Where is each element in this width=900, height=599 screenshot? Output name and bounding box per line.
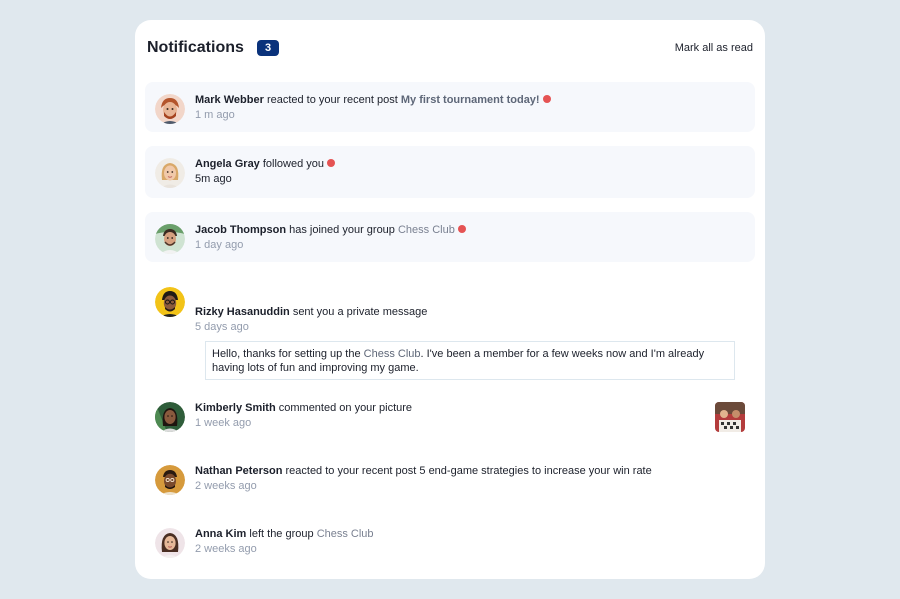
notification-action: sent you a private message — [292, 306, 428, 318]
notification-action: reacted to your recent post — [266, 94, 398, 106]
mark-all-read-button[interactable]: Mark all as read — [675, 40, 753, 56]
notification-item[interactable]: Kimberly Smith commented on your picture… — [145, 390, 755, 442]
notification-item[interactable]: Jacob Thompson has joined your group Che… — [145, 212, 755, 262]
avatar-anna-kim[interactable] — [155, 528, 185, 558]
notification-user-name[interactable]: Rizky Hasanuddin — [195, 306, 290, 318]
notification-user-name[interactable]: Nathan Peterson — [195, 465, 282, 477]
avatar-nathan-peterson[interactable] — [155, 465, 185, 495]
notification-user-name[interactable]: Kimberly Smith — [195, 402, 276, 414]
notification-content: Mark Webber reacted to your recent post … — [195, 93, 695, 122]
notification-content: Rizky Hasanuddin sent you a private mess… — [195, 305, 695, 334]
notification-action: has joined your group — [289, 224, 395, 236]
private-message-preview[interactable]: Hello, thanks for setting up the Chess C… — [205, 341, 735, 380]
notification-action: left the group — [249, 528, 314, 540]
notification-user-name[interactable]: Anna Kim — [195, 528, 246, 540]
notification-item[interactable]: Mark Webber reacted to your recent post … — [145, 82, 755, 132]
notification-action: followed you — [262, 158, 325, 170]
notification-time: 2 weeks ago — [195, 543, 257, 555]
notification-time: 1 week ago — [195, 417, 252, 429]
avatar-kimberly-smith[interactable] — [155, 402, 185, 432]
message-group-link[interactable]: Chess Club — [364, 348, 421, 360]
notification-item[interactable]: Rizky Hasanuddin sent you a private mess… — [145, 275, 755, 380]
avatar-jacob-thompson[interactable] — [155, 224, 185, 254]
notification-item[interactable]: Angela Gray followed you 5m ago — [145, 146, 755, 198]
notification-item[interactable]: Nathan Peterson reacted to your recent p… — [145, 453, 755, 505]
avatar-rizky-hasanuddin[interactable] — [155, 287, 185, 317]
notification-item[interactable]: Anna Kim left the group Chess Club 2 wee… — [145, 516, 755, 568]
notification-group-link[interactable]: Chess Club — [317, 528, 374, 540]
notifications-header: Notifications 3 Mark all as read — [147, 38, 753, 58]
unread-count-badge: 3 — [257, 40, 279, 56]
chess-picture-thumbnail[interactable] — [715, 402, 745, 432]
notification-group-link[interactable]: Chess Club — [398, 224, 455, 236]
unread-dot-icon — [542, 95, 551, 103]
notification-content: Kimberly Smith commented on your picture… — [195, 401, 695, 430]
page-title: Notifications — [147, 39, 244, 56]
notification-action: reacted to your recent post 5 end-game s… — [285, 465, 652, 477]
notification-post-link[interactable]: My first tournament today! — [401, 94, 540, 106]
avatar-angela-gray[interactable] — [155, 158, 185, 188]
notification-time: 5 days ago — [195, 321, 249, 333]
notification-time: 1 day ago — [195, 239, 244, 251]
unread-dot-icon — [327, 159, 336, 167]
notification-content: Jacob Thompson has joined your group Che… — [195, 223, 695, 252]
avatar-mark-webber[interactable] — [155, 94, 185, 124]
notification-action: commented on your picture — [278, 402, 413, 414]
unread-dot-icon — [457, 225, 466, 233]
notification-time: 5m ago — [195, 173, 232, 185]
message-text: Hello, thanks for setting up the — [212, 348, 364, 360]
notification-user-name[interactable]: Mark Webber — [195, 94, 264, 106]
notification-user-name[interactable]: Jacob Thompson — [195, 224, 286, 236]
notification-content: Angela Gray followed you 5m ago — [195, 157, 695, 186]
notification-user-name[interactable]: Angela Gray — [195, 158, 260, 170]
notification-time: 2 weeks ago — [195, 480, 257, 492]
notification-content: Anna Kim left the group Chess Club 2 wee… — [195, 527, 695, 556]
notification-content: Nathan Peterson reacted to your recent p… — [195, 464, 695, 493]
notification-time: 1 m ago — [195, 109, 235, 121]
notifications-card: Notifications 3 Mark all as read Mark We… — [135, 20, 765, 579]
